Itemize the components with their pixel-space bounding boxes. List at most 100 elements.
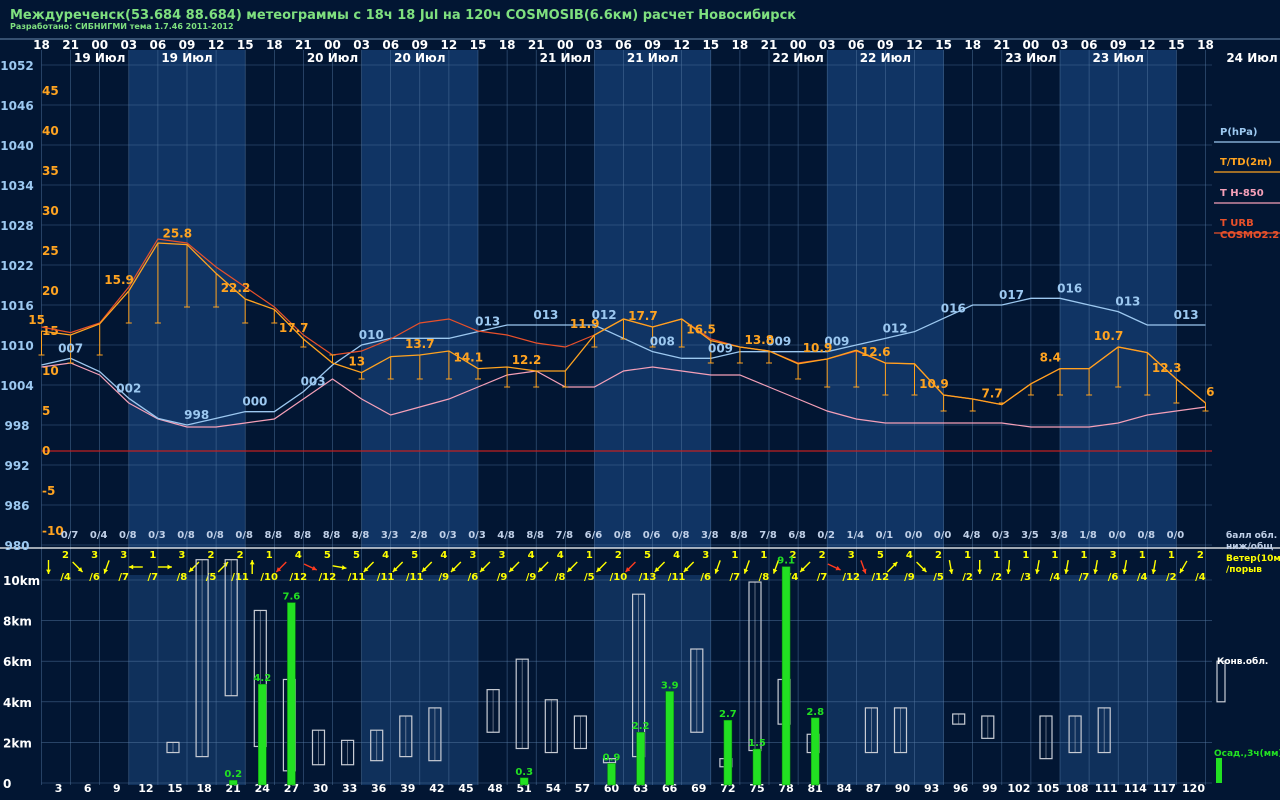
cloud-cover-label: 0/8 xyxy=(1138,530,1156,541)
cloud-cover-label: 7/8 xyxy=(556,530,574,541)
precip-bar xyxy=(665,691,674,786)
wind-speed-label: 4 xyxy=(906,550,913,561)
bottom-hour-label: 36 xyxy=(371,782,387,795)
wind-speed-label: 1 xyxy=(1022,550,1029,561)
cloud-cover-label: 7/8 xyxy=(759,530,777,541)
temperature-value-label: 12.3 xyxy=(1152,361,1182,375)
precip-bar xyxy=(723,719,733,786)
pressure-value-label: 002 xyxy=(116,381,141,395)
pressure-tick-label: 1010 xyxy=(0,339,33,353)
top-hour-label: 00 xyxy=(324,38,341,52)
cloud-cover-label: 0/8 xyxy=(206,530,224,541)
temperature-value-label: 10.9 xyxy=(919,377,949,391)
temperature-value-label: 17.7 xyxy=(628,309,658,323)
temperature-value-label: 10.9 xyxy=(803,341,833,355)
wind-arrow-head xyxy=(977,569,983,574)
precip-legend-sample xyxy=(1216,758,1222,783)
temperature-value-label: 13.8 xyxy=(744,333,774,347)
top-hour-label: 06 xyxy=(1081,38,1098,52)
pressure-tick-label: 998 xyxy=(4,419,29,433)
top-hour-label: 15 xyxy=(237,38,254,52)
cloud-cover-label: 0/8 xyxy=(177,530,195,541)
wind-speed-label: 1 xyxy=(149,550,156,561)
date-label: 20 Июл xyxy=(307,51,358,65)
cloud-cover-label: 3/3 xyxy=(381,530,399,541)
wind-caption: Ветер(10м) xyxy=(1226,554,1280,564)
wind-gust-label: /4 xyxy=(1195,572,1206,583)
wind-gust-label: /2 xyxy=(991,572,1002,583)
wind-gust-label: /12 xyxy=(319,572,337,583)
cloud-cover-label: 8/8 xyxy=(265,530,283,541)
temperature-value-label: 7.7 xyxy=(981,387,1002,401)
wind-gust-label: /8 xyxy=(555,572,566,583)
temperature-value-label: 8.4 xyxy=(1040,351,1061,365)
top-hour-label: 15 xyxy=(935,38,952,52)
bottom-hour-label: 15 xyxy=(167,782,182,795)
wind-speed-label: 3 xyxy=(499,550,506,561)
top-hour-label: 21 xyxy=(528,38,545,52)
wind-speed-label: 5 xyxy=(353,550,360,561)
wind-gust-label: /4 xyxy=(60,572,71,583)
bottom-hour-label: 120 xyxy=(1182,782,1205,795)
precip-value-label: 7.6 xyxy=(283,592,301,603)
date-label: 22 Июл xyxy=(772,51,823,65)
legend-entry: T/TD(2m) xyxy=(1220,157,1272,168)
pressure-tick-label: 1052 xyxy=(0,59,33,73)
precip-value-label: 0.2 xyxy=(224,769,242,780)
legend-background xyxy=(1212,37,1280,548)
precip-bar xyxy=(781,566,791,786)
pressure-tick-label: 1046 xyxy=(0,99,33,113)
wind-speed-label: 1 xyxy=(964,550,971,561)
bottom-hour-label: 42 xyxy=(429,782,444,795)
cloud-cover-label: 8/8 xyxy=(730,530,748,541)
wind-gust-label: /11 xyxy=(348,572,366,583)
bottom-hour-label: 111 xyxy=(1095,782,1118,795)
top-hour-label: 15 xyxy=(470,38,487,52)
date-label: 23 Июл xyxy=(1005,51,1056,65)
precip-bar xyxy=(636,731,645,786)
wind-speed-label: 1 xyxy=(586,550,593,561)
cloud-cover-label: 0/0 xyxy=(1167,530,1185,541)
bottom-hour-label: 12 xyxy=(138,782,153,795)
cloud-cover-label: 0/0 xyxy=(934,530,952,541)
top-hour-label: 21 xyxy=(761,38,778,52)
precip-bar xyxy=(258,683,267,786)
wind-gust-label: /11 xyxy=(406,572,424,583)
cloud-cover-label: 0/3 xyxy=(439,530,457,541)
temp-tick-label: 0 xyxy=(42,444,50,458)
precip-bar xyxy=(287,602,296,786)
wind-gust-label: /3 xyxy=(1020,572,1031,583)
wind-speed-label: 5 xyxy=(644,550,651,561)
temperature-value-label: 10.7 xyxy=(1094,329,1124,343)
wind-gust-label: /7 xyxy=(118,572,129,583)
wind-speed-label: 4 xyxy=(557,550,564,561)
pressure-tick-label: 1016 xyxy=(0,299,33,313)
cloud-cover-label: 0/8 xyxy=(235,530,253,541)
bottom-hour-label: 114 xyxy=(1124,782,1147,795)
pressure-tick-label: 1040 xyxy=(0,139,33,153)
top-hour-label: 15 xyxy=(702,38,719,52)
top-hour-label: 18 xyxy=(33,38,50,52)
cloud-cover-label: 6/8 xyxy=(788,530,806,541)
cloud-cover-label: 0/4 xyxy=(90,530,108,541)
cloud-cover-label: 0/3 xyxy=(468,530,486,541)
wind-arrow-head xyxy=(128,564,134,570)
precip-value-label: 0.9 xyxy=(603,752,621,763)
wind-speed-label: 5 xyxy=(324,550,331,561)
wind-arrow-head xyxy=(167,564,172,570)
wind-speed-label: 3 xyxy=(178,550,185,561)
bottom-hour-label: 87 xyxy=(866,782,881,795)
wind-speed-label: 4 xyxy=(673,550,680,561)
cloud-cover-label: 0/0 xyxy=(905,530,923,541)
bottom-hour-label: 93 xyxy=(924,782,939,795)
wind-gust-label: /5 xyxy=(206,572,217,583)
wind-gust-label: /4 xyxy=(1137,572,1148,583)
top-hour-label: 18 xyxy=(732,38,749,52)
bottom-hour-label: 6 xyxy=(84,782,92,795)
date-label: 21 Июл xyxy=(627,51,678,65)
temperature-value-label: 22.2 xyxy=(221,281,251,295)
date-label: 21 Июл xyxy=(540,51,591,65)
pressure-value-label: 008 xyxy=(650,335,675,349)
precip-bar xyxy=(228,779,238,786)
temperature-value-label: 11.9 xyxy=(570,317,600,331)
